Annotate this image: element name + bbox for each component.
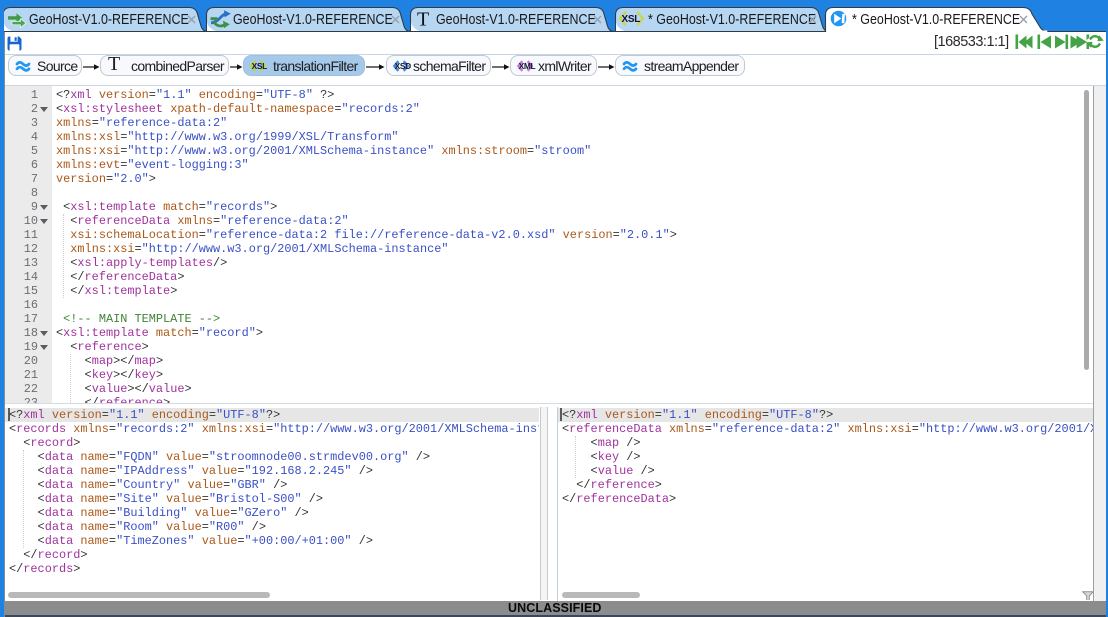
svg-text:XSL: XSL xyxy=(622,14,641,25)
svg-text:T: T xyxy=(417,9,429,31)
svg-text:XSD: XSD xyxy=(395,61,412,71)
svg-text:XSL: XSL xyxy=(252,61,268,71)
svg-text:XML: XML xyxy=(519,61,536,71)
